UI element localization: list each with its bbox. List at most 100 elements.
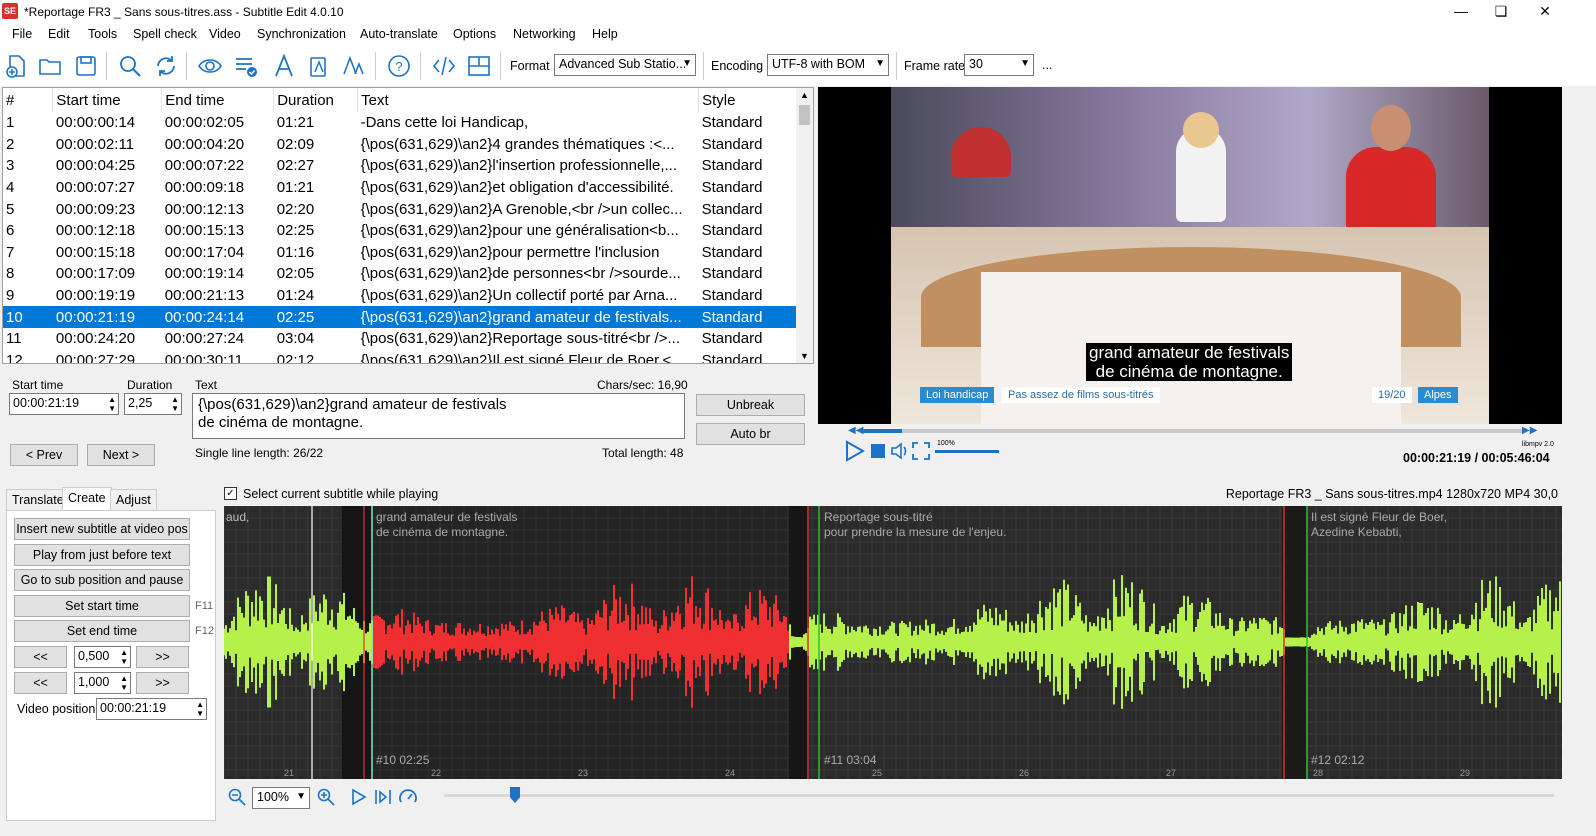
unbreak-button[interactable]: Unbreak bbox=[696, 394, 805, 416]
next-button[interactable]: Next > bbox=[87, 444, 155, 466]
slider-thumb[interactable] bbox=[510, 787, 520, 803]
menu-file[interactable]: File bbox=[12, 27, 32, 41]
menu-networking[interactable]: Networking bbox=[513, 27, 576, 41]
spinner-icon[interactable]: ▲ ▼ bbox=[196, 700, 204, 718]
visual-sync-icon[interactable] bbox=[196, 52, 224, 80]
video-player[interactable]: grand amateur de festivals de cinéma de … bbox=[818, 87, 1562, 424]
table-row[interactable]: 4 00:00:07:27 00:00:09:18 01:21 {\pos(631,62… bbox=[3, 177, 798, 199]
fix-errors-icon[interactable] bbox=[232, 52, 260, 80]
step-forward-button-2[interactable]: >> bbox=[136, 672, 189, 694]
video-position-input[interactable]: 00:00:21:19 ▲ ▼ bbox=[96, 698, 207, 720]
menu-help[interactable]: Help bbox=[592, 27, 618, 41]
font-icon[interactable] bbox=[340, 52, 368, 80]
menu-synchronization[interactable]: Synchronization bbox=[257, 27, 346, 41]
row-duration: 02:27 bbox=[276, 157, 315, 175]
step-back-button-1[interactable]: << bbox=[14, 646, 67, 668]
spinner-icon[interactable]: ▲ ▼ bbox=[108, 395, 116, 413]
zoom-select[interactable]: 100% ▼ bbox=[252, 787, 310, 809]
new-file-icon[interactable] bbox=[2, 52, 30, 80]
framerate-select[interactable]: 30 ▼ bbox=[964, 54, 1034, 76]
table-row[interactable]: 10 00:00:21:19 00:00:24:14 02:25 {\pos(631,6… bbox=[3, 306, 798, 328]
scroll-thumb[interactable] bbox=[799, 105, 810, 125]
replace-icon[interactable] bbox=[152, 52, 180, 80]
save-icon[interactable] bbox=[72, 52, 100, 80]
maximize-button[interactable]: ❏ bbox=[1490, 2, 1512, 20]
zoom-in-icon[interactable] bbox=[317, 788, 335, 809]
table-row[interactable]: 5 00:00:09:23 00:00:12:13 02:20 {\pos(631,62… bbox=[3, 198, 798, 220]
spinner-icon[interactable]: ▲ ▼ bbox=[171, 395, 179, 413]
clipboard-icon[interactable] bbox=[305, 52, 333, 80]
prev-button[interactable]: < Prev bbox=[10, 444, 78, 466]
fullscreen-icon[interactable] bbox=[912, 442, 930, 463]
table-row[interactable]: 8 00:00:17:09 00:00:19:14 02:05 {\pos(631,62… bbox=[3, 263, 798, 285]
table-row[interactable]: 11 00:00:24:20 00:00:27:24 03:04 {\pos(631,6… bbox=[3, 328, 798, 350]
spinner-icon[interactable]: ▲ ▼ bbox=[120, 648, 128, 666]
set-end-time-button[interactable]: Set end time bbox=[14, 620, 190, 642]
table-row[interactable]: 12 00:00:27:29 00:00:30:11 02:12 {\pos(631,6… bbox=[3, 350, 798, 363]
format-select[interactable]: Advanced Sub Statio... ▼ bbox=[554, 54, 696, 76]
spell-check-icon[interactable] bbox=[270, 52, 298, 80]
layout-icon[interactable] bbox=[465, 52, 493, 80]
minimize-button[interactable]: — bbox=[1450, 2, 1472, 20]
video-seek-bar[interactable] bbox=[862, 429, 1522, 433]
step-forward-button-1[interactable]: >> bbox=[136, 646, 189, 668]
spinner-icon[interactable]: ▲ ▼ bbox=[120, 674, 128, 692]
open-folder-icon[interactable] bbox=[36, 52, 64, 80]
select-current-checkbox[interactable]: ✓ bbox=[224, 487, 237, 500]
tab-adjust[interactable]: Adjust bbox=[110, 489, 157, 511]
insert-subtitle-button[interactable]: Insert new subtitle at video pos bbox=[14, 518, 190, 540]
menu-spell-check[interactable]: Spell check bbox=[133, 27, 197, 41]
duration-input[interactable]: 2,25 ▲ ▼ bbox=[124, 393, 182, 415]
scroll-up-icon[interactable]: ▲ bbox=[800, 90, 809, 100]
subtitle-grid[interactable]: # Start time End time Duration Text Styl… bbox=[2, 87, 814, 364]
col-start-time[interactable]: Start time bbox=[52, 88, 163, 112]
find-icon[interactable] bbox=[116, 52, 144, 80]
row-text: {\pos(631,629)\an2}grand amateur de fest… bbox=[357, 306, 699, 328]
play-icon[interactable] bbox=[843, 440, 866, 465]
zoom-out-icon[interactable] bbox=[228, 788, 246, 809]
col-text[interactable]: Text bbox=[357, 88, 700, 112]
col-number[interactable]: # bbox=[3, 88, 54, 112]
volume-slider[interactable] bbox=[935, 450, 999, 453]
goto-pause-button[interactable]: Go to sub position and pause bbox=[14, 569, 190, 591]
table-row[interactable]: 7 00:00:15:18 00:00:17:04 01:16 {\pos(631,62… bbox=[3, 242, 798, 264]
step-input-1[interactable]: 0,500 ▲ ▼ bbox=[74, 646, 131, 668]
col-end-time[interactable]: End time bbox=[161, 88, 275, 112]
subtitle-text-input[interactable]: {\pos(631,629)\an2}grand amateur de fest… bbox=[192, 393, 685, 439]
close-button[interactable]: ✕ bbox=[1534, 2, 1556, 20]
table-row[interactable]: 1 00:00:00:14 00:00:02:05 01:21 -Dans cette … bbox=[3, 112, 798, 134]
menu-edit[interactable]: Edit bbox=[48, 27, 70, 41]
set-start-time-button[interactable]: Set start time bbox=[14, 595, 190, 617]
menu-options[interactable]: Options bbox=[453, 27, 496, 41]
step-input-2[interactable]: 1,000 ▲ ▼ bbox=[74, 672, 131, 694]
audio-waveform[interactable]: aud, grand amateur de festivals de cinéma… bbox=[224, 506, 1562, 779]
table-row[interactable]: 3 00:00:04:25 00:00:07:22 02:27 {\pos(631,62… bbox=[3, 155, 798, 177]
menu-video[interactable]: Video bbox=[209, 27, 241, 41]
auto-br-button[interactable]: Auto br bbox=[696, 423, 805, 445]
col-duration[interactable]: Duration bbox=[273, 88, 359, 112]
playback-speed-icon[interactable] bbox=[398, 787, 418, 810]
more-options[interactable]: ... bbox=[1042, 58, 1052, 72]
waveform-play-icon[interactable] bbox=[350, 788, 368, 809]
volume-icon[interactable] bbox=[890, 441, 910, 464]
col-style[interactable]: Style bbox=[698, 88, 798, 112]
table-row[interactable]: 9 00:00:19:19 00:00:21:13 01:24 {\pos(631,62… bbox=[3, 285, 798, 307]
step-back-button-2[interactable]: << bbox=[14, 672, 67, 694]
encoding-select[interactable]: UTF-8 with BOM ▼ bbox=[767, 54, 889, 76]
tab-translate[interactable]: Translate bbox=[6, 489, 70, 511]
play-selection-icon[interactable] bbox=[374, 788, 392, 809]
waveform-position-slider[interactable] bbox=[444, 794, 1554, 797]
source-view-icon[interactable] bbox=[430, 52, 458, 80]
table-row[interactable]: 6 00:00:12:18 00:00:15:13 02:25 {\pos(631,62… bbox=[3, 220, 798, 242]
help-icon[interactable]: ? bbox=[385, 52, 413, 80]
scroll-down-icon[interactable]: ▼ bbox=[800, 351, 809, 361]
play-before-text-button[interactable]: Play from just before text bbox=[14, 544, 190, 566]
menu-auto-translate[interactable]: Auto-translate bbox=[360, 27, 438, 41]
tab-create[interactable]: Create bbox=[62, 487, 112, 512]
menu-tools[interactable]: Tools bbox=[88, 27, 117, 41]
stop-icon[interactable] bbox=[871, 444, 885, 458]
grid-scrollbar[interactable]: ▲ ▼ bbox=[796, 88, 813, 363]
start-time-input[interactable]: 00:00:21:19 ▲ ▼ bbox=[9, 393, 119, 415]
fast-forward-icon[interactable]: ▶▶ bbox=[1522, 425, 1537, 436]
table-row[interactable]: 2 00:00:02:11 00:00:04:20 02:09 {\pos(631,62… bbox=[3, 134, 798, 156]
